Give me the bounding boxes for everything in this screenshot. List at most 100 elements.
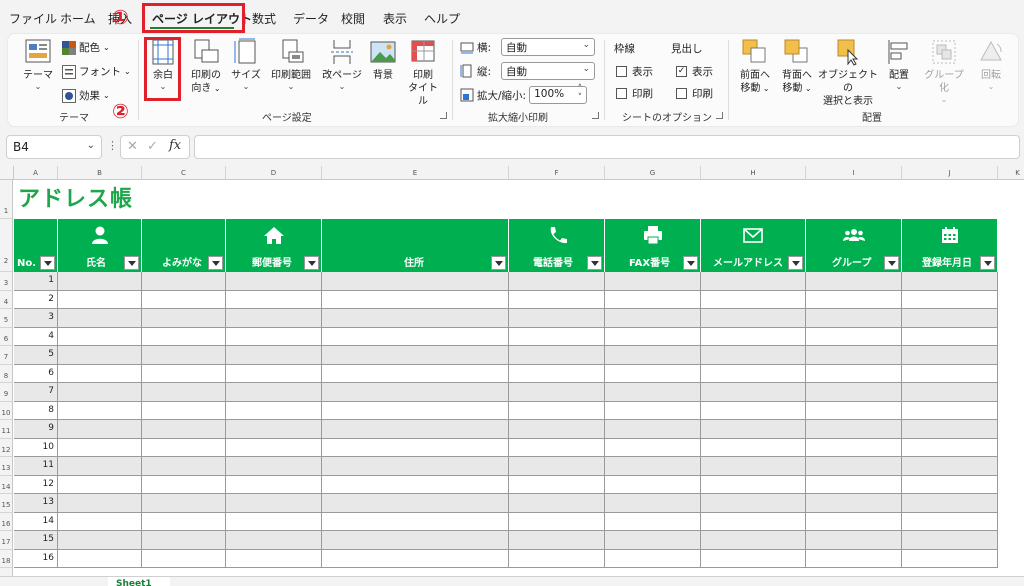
background-button[interactable]: 背景 [368,38,398,82]
table-cell[interactable]: 15 [14,531,58,549]
filter-dropdown-icon[interactable] [124,256,139,270]
table-cell[interactable] [605,512,701,530]
table-cell[interactable] [806,383,902,401]
table-cell[interactable] [605,420,701,438]
gridlines-print-checkbox[interactable]: 印刷 [616,86,653,101]
table-cell[interactable] [322,309,509,327]
gridlines-view-checkbox[interactable]: 表示 [616,64,653,79]
table-cell[interactable] [322,327,509,345]
table-cell[interactable] [322,272,509,290]
table-cell[interactable]: 12 [14,475,58,493]
align-button[interactable]: 配置 ⌄ [884,38,914,92]
table-cell[interactable] [226,549,322,567]
table-cell[interactable] [142,327,226,345]
table-cell[interactable] [58,475,142,493]
table-cell[interactable] [806,549,902,567]
width-select[interactable]: 自動 ⌄ [501,38,596,56]
table-cell[interactable] [322,438,509,456]
table-cell[interactable] [226,531,322,549]
header-registered-date[interactable]: 登録年月日 [902,219,998,272]
table-cell[interactable] [902,272,998,290]
tab-review[interactable]: 校閲 [341,10,365,27]
table-cell[interactable] [142,346,226,364]
table-cell[interactable] [509,272,605,290]
row-header[interactable]: 5 [0,309,13,328]
table-cell[interactable] [142,457,226,475]
table-cell[interactable] [58,272,142,290]
table-cell[interactable] [806,475,902,493]
table-cell[interactable] [322,383,509,401]
table-cell[interactable] [902,549,998,567]
tab-file[interactable]: ファイル [9,10,57,27]
table-cell[interactable] [226,438,322,456]
row-header[interactable]: 2 [0,219,13,272]
table-cell[interactable] [58,420,142,438]
row-header[interactable]: 4 [0,290,13,309]
table-cell[interactable] [509,346,605,364]
table-cell[interactable] [509,531,605,549]
colors-button[interactable]: 配色 ⌄ [62,40,110,55]
table-cell[interactable] [142,383,226,401]
table-cell[interactable] [58,327,142,345]
sheet-options-launcher-icon[interactable] [716,112,723,119]
table-cell[interactable] [806,531,902,549]
header-no[interactable]: No. [14,219,58,272]
table-cell[interactable]: 14 [14,512,58,530]
filter-dropdown-icon[interactable] [208,256,223,270]
table-cell[interactable] [701,531,806,549]
row-header[interactable]: 14 [0,475,13,494]
column-header[interactable]: F [509,166,605,180]
filter-dropdown-icon[interactable] [980,256,995,270]
table-cell[interactable] [902,364,998,382]
table-cell[interactable] [902,383,998,401]
table-cell[interactable] [806,420,902,438]
table-cell[interactable] [701,290,806,308]
size-button[interactable]: サイズ ⌄ [230,38,262,92]
scale-spinner[interactable]: 100% ˄ ˅ [529,85,588,104]
table-cell[interactable] [509,549,605,567]
table-cell[interactable] [701,438,806,456]
table-cell[interactable] [902,346,998,364]
table-cell[interactable] [322,475,509,493]
header-name[interactable]: 氏名 [58,219,142,272]
table-cell[interactable] [806,457,902,475]
table-cell[interactable] [701,346,806,364]
table-cell[interactable] [58,531,142,549]
table-cell[interactable] [509,364,605,382]
table-cell[interactable] [806,364,902,382]
table-cell[interactable] [322,364,509,382]
group-objects-button[interactable]: グループ化 ⌄ [920,38,968,105]
table-cell[interactable] [142,309,226,327]
table-cell[interactable] [902,438,998,456]
page-setup-launcher-icon[interactable] [440,112,447,119]
table-cell[interactable] [701,364,806,382]
column-header[interactable]: G [605,166,701,180]
row-header[interactable]: 9 [0,383,13,402]
column-header[interactable]: C [142,166,226,180]
table-cell[interactable] [605,383,701,401]
table-cell[interactable]: 7 [14,383,58,401]
table-cell[interactable] [701,272,806,290]
table-cell[interactable] [701,457,806,475]
tab-help[interactable]: ヘルプ [424,10,460,27]
filter-dropdown-icon[interactable] [40,256,55,270]
table-cell[interactable]: 2 [14,290,58,308]
header-address[interactable]: 住所 [322,219,509,272]
table-cell[interactable] [509,327,605,345]
table-cell[interactable] [509,457,605,475]
table-cell[interactable] [142,364,226,382]
filter-dropdown-icon[interactable] [587,256,602,270]
table-cell[interactable] [806,272,902,290]
table-cell[interactable] [509,383,605,401]
table-cell[interactable] [902,457,998,475]
table-cell[interactable] [58,290,142,308]
table-cell[interactable] [902,475,998,493]
height-select[interactable]: 自動 ⌄ [501,62,596,80]
table-cell[interactable] [605,327,701,345]
tab-home[interactable]: ホーム [60,10,96,27]
orientation-button[interactable]: 印刷の 向き ⌄ [187,38,225,95]
table-cell[interactable] [142,290,226,308]
table-cell[interactable] [58,401,142,419]
table-cell[interactable] [902,531,998,549]
table-cell[interactable] [226,346,322,364]
